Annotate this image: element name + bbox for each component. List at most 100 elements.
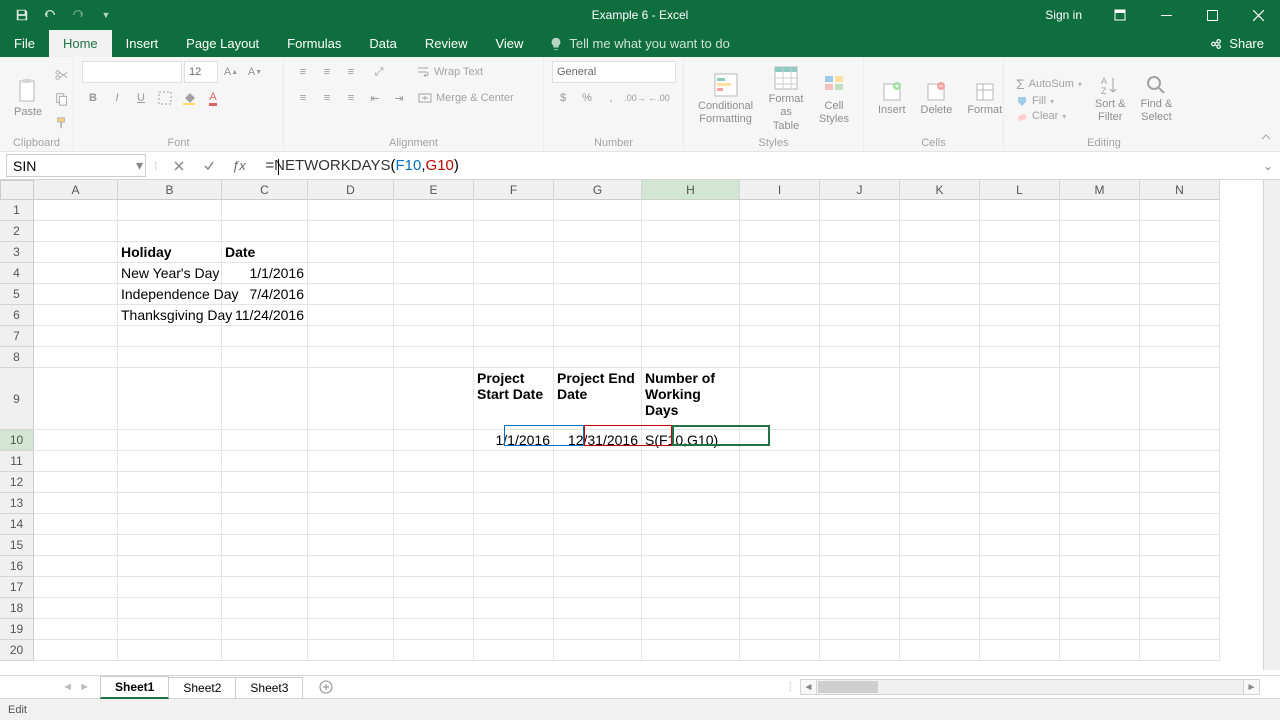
cell[interactable]	[308, 347, 394, 368]
cell[interactable]	[394, 221, 474, 242]
tab-home[interactable]: Home	[49, 30, 112, 57]
cell[interactable]	[474, 263, 554, 284]
cell-styles-button[interactable]: Cell Styles	[813, 70, 855, 128]
scroll-left-button[interactable]: ◄	[801, 680, 817, 694]
cell[interactable]	[34, 598, 118, 619]
scroll-thumb[interactable]	[818, 681, 878, 693]
cell[interactable]	[34, 305, 118, 326]
cell[interactable]	[222, 640, 308, 661]
cell[interactable]	[740, 326, 820, 347]
save-button[interactable]	[10, 3, 34, 27]
cell[interactable]	[118, 514, 222, 535]
cell[interactable]	[394, 598, 474, 619]
tab-review[interactable]: Review	[411, 30, 482, 57]
cell[interactable]: 12/31/2016	[554, 430, 642, 451]
cell[interactable]	[642, 493, 740, 514]
chevron-down-icon[interactable]: ▾	[136, 157, 143, 174]
align-bottom-button[interactable]: ≡	[340, 61, 362, 83]
cell[interactable]	[740, 200, 820, 221]
tab-formulas[interactable]: Formulas	[273, 30, 355, 57]
cell[interactable]	[980, 493, 1060, 514]
col-header-H[interactable]: H	[642, 180, 740, 200]
maximize-button[interactable]	[1190, 0, 1234, 30]
col-header-E[interactable]: E	[394, 180, 474, 200]
cell[interactable]	[900, 556, 980, 577]
col-header-F[interactable]: F	[474, 180, 554, 200]
cell[interactable]: Project Start Date	[474, 368, 554, 430]
cell[interactable]: Thanksgiving Day	[118, 305, 222, 326]
cell[interactable]	[820, 451, 900, 472]
cell[interactable]	[740, 598, 820, 619]
cell[interactable]	[394, 430, 474, 451]
cell[interactable]	[394, 263, 474, 284]
format-as-table-button[interactable]: Format as Table	[762, 63, 810, 135]
align-middle-button[interactable]: ≡	[316, 61, 338, 83]
cell[interactable]	[1140, 305, 1220, 326]
cell[interactable]	[394, 305, 474, 326]
tab-insert[interactable]: Insert	[112, 30, 173, 57]
cell[interactable]	[900, 263, 980, 284]
cell[interactable]	[394, 556, 474, 577]
row-header[interactable]: 5	[0, 284, 34, 305]
undo-button[interactable]	[38, 3, 62, 27]
autosum-button[interactable]: ΣAutoSum▾	[1012, 75, 1086, 93]
cell[interactable]	[118, 451, 222, 472]
cell[interactable]	[900, 284, 980, 305]
col-header-G[interactable]: G	[554, 180, 642, 200]
row-header[interactable]: 4	[0, 263, 34, 284]
row-header[interactable]: 14	[0, 514, 34, 535]
cell[interactable]	[394, 472, 474, 493]
merge-button[interactable]: Merge & Center	[412, 89, 520, 107]
cell[interactable]	[740, 368, 820, 430]
cell[interactable]	[900, 493, 980, 514]
row-header[interactable]: 10	[0, 430, 34, 451]
cell[interactable]	[474, 577, 554, 598]
cell[interactable]	[554, 619, 642, 640]
cell[interactable]	[118, 200, 222, 221]
cell[interactable]	[394, 368, 474, 430]
horizontal-scrollbar[interactable]: ◄ ►	[800, 679, 1260, 695]
cell[interactable]	[980, 430, 1060, 451]
cell[interactable]	[1140, 200, 1220, 221]
cell[interactable]	[642, 619, 740, 640]
cell[interactable]	[308, 577, 394, 598]
cell[interactable]	[308, 200, 394, 221]
share-button[interactable]: Share	[1205, 30, 1268, 57]
col-header-L[interactable]: L	[980, 180, 1060, 200]
cell[interactable]	[820, 200, 900, 221]
cell[interactable]	[554, 493, 642, 514]
cell[interactable]	[740, 619, 820, 640]
cell[interactable]	[118, 493, 222, 514]
cell[interactable]	[1060, 305, 1140, 326]
cell[interactable]	[740, 221, 820, 242]
cell[interactable]	[900, 619, 980, 640]
cell[interactable]	[308, 284, 394, 305]
number-format-select[interactable]	[552, 61, 676, 83]
cell[interactable]	[222, 200, 308, 221]
cell[interactable]	[1060, 347, 1140, 368]
cell[interactable]	[980, 598, 1060, 619]
cell[interactable]	[740, 493, 820, 514]
cell[interactable]: 1/1/2016	[222, 263, 308, 284]
cell[interactable]	[820, 284, 900, 305]
cell[interactable]	[34, 263, 118, 284]
increase-indent-button[interactable]: ⇥	[388, 87, 410, 109]
cell[interactable]	[308, 242, 394, 263]
col-header-M[interactable]: M	[1060, 180, 1140, 200]
cell[interactable]	[308, 514, 394, 535]
cell[interactable]	[820, 640, 900, 661]
name-box[interactable]: SIN ▾	[6, 154, 146, 177]
cell[interactable]	[820, 242, 900, 263]
cell[interactable]: Project End Date	[554, 368, 642, 430]
row-header[interactable]: 9	[0, 368, 34, 430]
cell[interactable]	[980, 472, 1060, 493]
cell[interactable]: S(F10,G10)	[642, 430, 740, 451]
cell[interactable]	[820, 514, 900, 535]
col-header-C[interactable]: C	[222, 180, 308, 200]
row-header[interactable]: 2	[0, 221, 34, 242]
cell[interactable]	[474, 514, 554, 535]
cell[interactable]	[34, 577, 118, 598]
cell[interactable]	[222, 493, 308, 514]
cell[interactable]	[900, 430, 980, 451]
cell[interactable]	[222, 221, 308, 242]
